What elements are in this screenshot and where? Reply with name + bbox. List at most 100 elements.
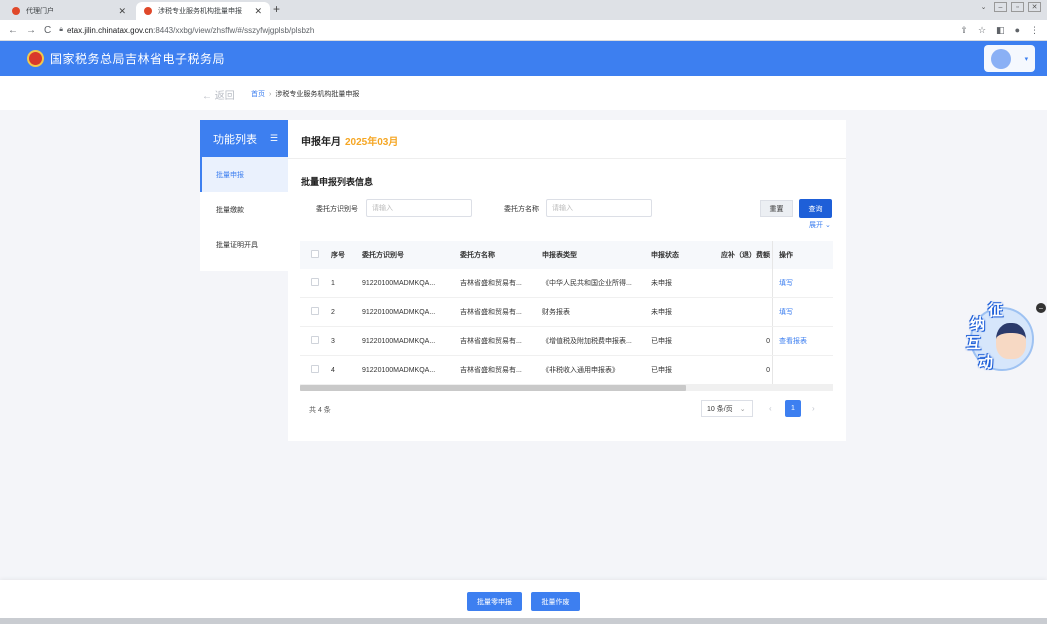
form-type-cell: 财务报表 xyxy=(542,309,570,316)
horizontal-scrollbar[interactable] xyxy=(300,385,833,391)
browser-tab-bar: 代理门户 ✕ 涉税专业服务机构批量申报 ✕ + ⌄ – ▫ ✕ xyxy=(0,0,1047,20)
app-title: 国家税务总局吉林省电子税务局 xyxy=(50,52,226,66)
menu-dots-icon[interactable]: ⋮ xyxy=(1030,25,1039,36)
sidebar-header: 功能列表 ☰ xyxy=(200,120,288,157)
client-name-cell: 吉林省盛和贸易有... xyxy=(460,309,522,316)
sidebar-item-batch-payment[interactable]: 批量缴款 xyxy=(200,192,288,227)
back-link[interactable]: ← 返回 xyxy=(202,87,235,102)
client-id-label: 委托方识别号 xyxy=(316,206,358,213)
breadcrumb-home[interactable]: 首页 xyxy=(251,91,265,98)
amount-cell: 0 xyxy=(766,366,770,374)
batch-zero-declare-button[interactable]: 批量零申报 xyxy=(467,592,522,611)
view-report-link[interactable]: 查看报表 xyxy=(779,336,807,346)
browser-tab-batch-declare[interactable]: 涉税专业服务机构批量申报 ✕ xyxy=(136,2,270,20)
fill-in-link[interactable]: 填写 xyxy=(779,307,793,317)
query-button[interactable]: 查询 xyxy=(799,199,832,218)
divider xyxy=(288,158,846,159)
row-checkbox[interactable] xyxy=(311,307,319,315)
batch-void-button[interactable]: 批量作废 xyxy=(531,592,580,611)
select-all-checkbox[interactable] xyxy=(311,250,319,258)
browser-tab-portal[interactable]: 代理门户 ✕ xyxy=(4,2,134,20)
tax-emblem-icon xyxy=(27,50,44,67)
row-index: 2 xyxy=(331,308,335,316)
col-header: 操作 xyxy=(772,241,833,269)
client-name-cell: 吉林省盛和贸易有... xyxy=(460,367,522,374)
page-number-current[interactable]: 1 xyxy=(785,400,801,417)
row-checkbox[interactable] xyxy=(311,365,319,373)
next-page-icon[interactable]: › xyxy=(812,404,815,413)
profile-icon[interactable]: ● xyxy=(1015,25,1020,36)
user-menu[interactable]: ▾ xyxy=(984,45,1035,72)
client-name-cell: 吉林省盛和贸易有... xyxy=(460,338,522,345)
row-index: 1 xyxy=(331,279,335,287)
close-widget-icon[interactable]: – xyxy=(1036,303,1046,313)
client-id-placeholder: 请输入 xyxy=(372,205,393,212)
tab-search-icon[interactable]: ⌄ xyxy=(977,2,990,12)
sidepanel-icon[interactable]: ◧ xyxy=(996,25,1005,36)
table-header: 序号 委托方识别号 委托方名称 申报表类型 申报状态 应补（退）费额 操作 xyxy=(300,241,833,269)
table-row: 1 91220100MADMKQA... 吉林省盛和贸易有... 《中华人民共和… xyxy=(300,269,833,298)
tab-label: 涉税专业服务机构批量申报 xyxy=(158,8,242,15)
status-cell: 未申报 xyxy=(651,309,672,316)
client-name-label: 委托方名称 xyxy=(504,206,539,213)
sidebar-title: 功能列表 xyxy=(213,133,257,146)
reset-button[interactable]: 重置 xyxy=(760,200,793,217)
client-id-cell: 91220100MADMKQA... xyxy=(362,337,436,345)
chevron-down-icon: ▾ xyxy=(1024,55,1029,63)
declare-table: 序号 委托方识别号 委托方名称 申报表类型 申报状态 应补（退）费额 操作 1 … xyxy=(300,241,833,391)
url-path: :8443/xxbg/view/zhsffw/#/sszyfwjgplsb/pl… xyxy=(153,25,315,35)
bookmark-star-icon[interactable]: ☆ xyxy=(978,25,986,36)
mascot-icon xyxy=(996,323,1026,359)
new-tab-icon[interactable]: + xyxy=(273,2,280,16)
favicon-icon xyxy=(12,7,20,15)
page-size-select[interactable]: 10 条/页 ⌄ xyxy=(701,400,753,417)
row-index: 3 xyxy=(331,337,335,345)
row-checkbox[interactable] xyxy=(311,278,319,286)
favicon-icon xyxy=(144,7,152,15)
row-checkbox[interactable] xyxy=(311,336,319,344)
col-header: 委托方识别号 xyxy=(362,252,404,259)
table-row: 2 91220100MADMKQA... 吉林省盛和贸易有... 财务报表 未申… xyxy=(300,298,833,327)
status-cell: 已申报 xyxy=(651,367,672,374)
function-sidebar: 功能列表 ☰ 批量申报 批量缴款 批量证明开具 xyxy=(200,120,288,271)
prev-page-icon[interactable]: ‹ xyxy=(769,404,772,413)
expand-filters-link[interactable]: 展开 ⌄ xyxy=(809,220,831,230)
widget-char: 纳 xyxy=(970,316,986,333)
period-value[interactable]: 2025年03月 xyxy=(345,137,398,148)
interaction-widget[interactable]: 征 纳 互 动 – xyxy=(966,301,1046,375)
widget-char: 动 xyxy=(978,354,994,371)
forward-icon[interactable]: → xyxy=(26,25,36,36)
fill-in-link[interactable]: 填写 xyxy=(779,278,793,288)
share-icon[interactable]: ⇪ xyxy=(960,25,968,36)
sidebar-item-batch-declare[interactable]: 批量申报 xyxy=(200,157,288,192)
client-id-cell: 91220100MADMKQA... xyxy=(362,279,436,287)
client-id-input[interactable]: 请输入 xyxy=(366,199,472,217)
app-header: 国家税务总局吉林省电子税务局 ▾ xyxy=(0,41,1047,76)
sidebar-item-batch-certificate[interactable]: 批量证明开具 xyxy=(200,227,288,262)
back-icon[interactable]: ← xyxy=(8,25,18,36)
col-header: 序号 xyxy=(331,252,345,259)
breadcrumb-current: 涉税专业服务机构批量申报 xyxy=(275,91,360,98)
minimize-icon[interactable]: – xyxy=(994,2,1007,12)
client-name-input[interactable]: 请输入 xyxy=(546,199,652,217)
close-tab-icon[interactable]: ✕ xyxy=(118,6,126,17)
sidebar-item-label: 批量证明开具 xyxy=(216,241,258,249)
url-field[interactable]: 🔒︎ etax.jilin.chinatax.gov.cn :8443/xxbg… xyxy=(59,26,314,35)
maximize-icon[interactable]: ▫ xyxy=(1011,2,1024,12)
url-host: etax.jilin.chinatax.gov.cn xyxy=(66,25,154,35)
close-window-icon[interactable]: ✕ xyxy=(1028,2,1041,12)
scrollbar-thumb[interactable] xyxy=(300,385,686,391)
status-cell: 未申报 xyxy=(651,280,672,287)
amount-cell: 0 xyxy=(766,337,770,345)
client-id-cell: 91220100MADMKQA... xyxy=(362,366,436,374)
section-title: 批量申报列表信息 xyxy=(301,177,374,187)
client-id-cell: 91220100MADMKQA... xyxy=(362,308,436,316)
tab-label: 代理门户 xyxy=(26,8,54,15)
period-label: 申报年月 xyxy=(301,137,341,148)
main-panel: 申报年月 2025年03月 批量申报列表信息 委托方识别号 请输入 委托方名称 请… xyxy=(288,120,846,441)
menu-toggle-icon[interactable]: ☰ xyxy=(270,133,278,144)
reload-icon[interactable]: C xyxy=(44,25,51,36)
close-tab-icon[interactable]: ✕ xyxy=(254,6,262,17)
breadcrumb-bar: ← 返回 首页 › 涉税专业服务机构批量申报 xyxy=(0,76,1047,110)
declare-period: 申报年月 2025年03月 xyxy=(301,133,398,148)
